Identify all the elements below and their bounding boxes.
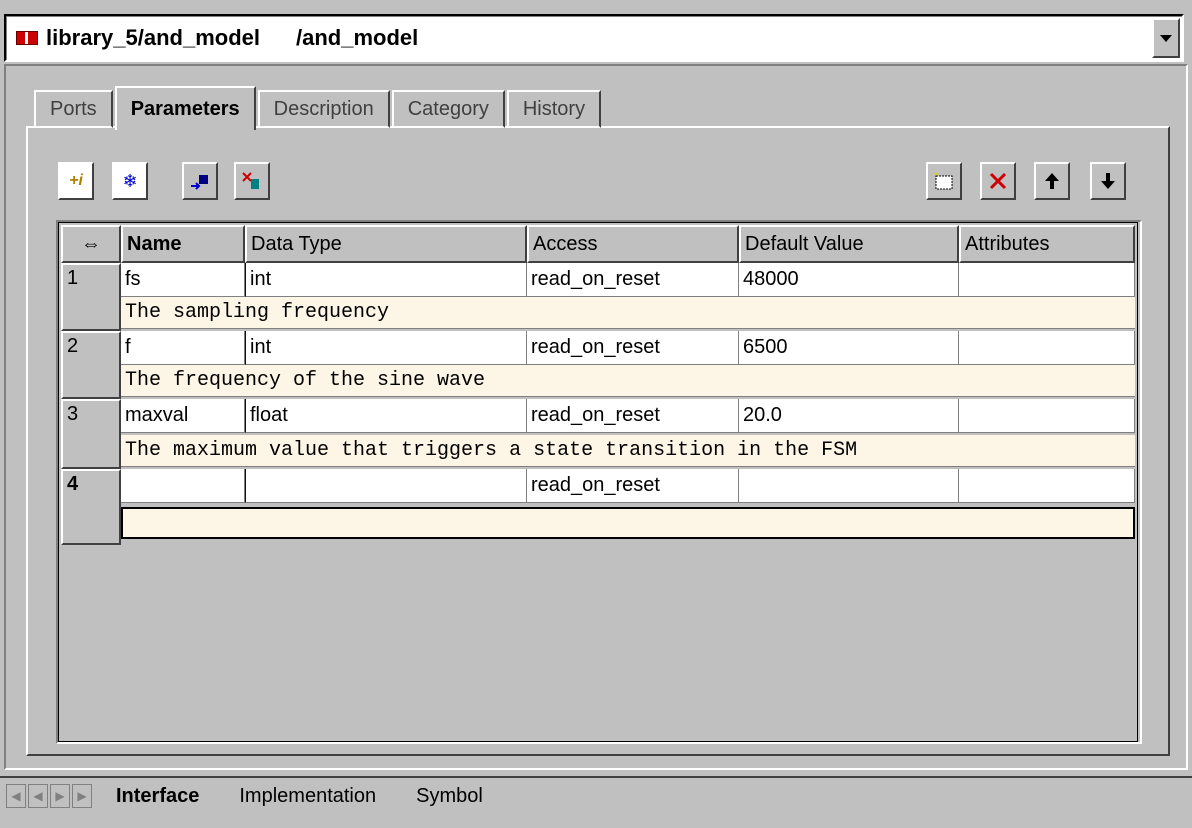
arrow-up-icon xyxy=(1045,173,1059,189)
param-name-cell[interactable]: fs xyxy=(121,263,245,297)
tab-category[interactable]: Category xyxy=(391,90,505,128)
prev-tab-button[interactable]: ◀ xyxy=(28,784,48,808)
tab-bar: Ports Parameters Description Category Hi… xyxy=(34,86,603,130)
last-icon: ▶ xyxy=(77,789,87,803)
param-name-cell[interactable]: f xyxy=(121,331,245,365)
param-default-cell[interactable]: 48000 xyxy=(739,263,959,297)
last-tab-button[interactable]: ▶ xyxy=(72,784,92,808)
param-type-cell[interactable]: int xyxy=(245,263,527,297)
param-access-cell[interactable]: read_on_reset xyxy=(527,469,739,503)
param-access-cell[interactable]: read_on_reset xyxy=(527,263,739,297)
tab-parameters[interactable]: Parameters xyxy=(114,86,256,130)
column-header-access[interactable]: Access xyxy=(527,225,739,263)
delete-row-button[interactable] xyxy=(980,162,1016,200)
prev-icon: ◀ xyxy=(33,789,43,803)
move-up-button[interactable] xyxy=(1034,162,1070,200)
title-dropdown-button[interactable] xyxy=(1152,18,1180,58)
param-type-cell[interactable]: int xyxy=(245,331,527,365)
param-attributes-cell[interactable] xyxy=(959,469,1135,503)
tab-interface[interactable]: Interface xyxy=(98,780,218,812)
param-type-cell[interactable]: float xyxy=(245,399,527,433)
chevron-down-icon xyxy=(1160,34,1172,42)
window-subtitle: /and_model xyxy=(295,25,419,50)
param-description-editor[interactable] xyxy=(121,507,1135,539)
param-default-cell[interactable]: 20.0 xyxy=(739,399,959,433)
column-header-attributes[interactable]: Attributes xyxy=(959,225,1135,263)
param-description[interactable]: The sampling frequency xyxy=(121,297,1135,329)
param-default-cell[interactable] xyxy=(739,469,959,503)
import-button[interactable] xyxy=(182,162,218,200)
info-button[interactable]: +i xyxy=(58,162,94,200)
row-number[interactable]: 3 xyxy=(61,399,121,469)
tab-ports[interactable]: Ports xyxy=(34,90,113,128)
tab-symbol[interactable]: Symbol xyxy=(398,781,501,812)
delete-bucket-icon xyxy=(242,172,259,189)
resize-columns-icon[interactable]: ⇔ xyxy=(61,225,121,263)
column-header-default-value[interactable]: Default Value xyxy=(739,225,959,263)
param-description[interactable]: The frequency of the sine wave xyxy=(121,365,1135,397)
next-icon: ▶ xyxy=(55,789,65,803)
param-attributes-cell[interactable] xyxy=(959,399,1135,433)
new-item-icon xyxy=(934,172,953,190)
row-number[interactable]: 2 xyxy=(61,331,121,399)
tab-description[interactable]: Description xyxy=(257,90,390,128)
column-header-name[interactable]: Name xyxy=(121,225,245,263)
param-default-cell[interactable]: 6500 xyxy=(739,331,959,365)
param-description[interactable]: The maximum value that triggers a state … xyxy=(121,435,1135,467)
info-icon: +i xyxy=(69,172,83,189)
tab-history[interactable]: History xyxy=(506,90,602,128)
row-number[interactable]: 4 xyxy=(61,469,121,545)
param-attributes-cell[interactable] xyxy=(959,263,1135,297)
param-name-cell[interactable]: maxval xyxy=(121,399,245,433)
param-type-cell[interactable] xyxy=(245,469,527,503)
window-title: library_5/and_model xyxy=(46,25,260,50)
arrow-down-icon xyxy=(1101,173,1115,189)
first-tab-button[interactable]: ◀ xyxy=(6,784,26,808)
param-attributes-cell[interactable] xyxy=(959,331,1135,365)
next-tab-button[interactable]: ▶ xyxy=(50,784,70,808)
param-access-cell[interactable]: read_on_reset xyxy=(527,399,739,433)
first-icon: ◀ xyxy=(11,789,21,803)
snowflake-icon: ❄ xyxy=(122,170,138,191)
clear-button[interactable] xyxy=(234,162,270,200)
move-down-button[interactable] xyxy=(1090,162,1126,200)
parameters-table: ⇔ Name Data Type Access Default Value At… xyxy=(56,220,1142,744)
param-name-cell[interactable] xyxy=(121,469,245,503)
param-access-cell[interactable]: read_on_reset xyxy=(527,331,739,365)
import-icon xyxy=(191,175,208,190)
library-icon xyxy=(16,31,38,45)
title-bar: library_5/and_model /and_model xyxy=(4,14,1184,62)
tab-implementation[interactable]: Implementation xyxy=(221,781,394,812)
column-header-data-type[interactable]: Data Type xyxy=(245,225,527,263)
close-icon xyxy=(989,172,1007,190)
row-number[interactable]: 1 xyxy=(61,263,121,331)
freeze-button[interactable]: ❄ xyxy=(112,162,148,200)
new-row-button[interactable] xyxy=(926,162,962,200)
bottom-tab-bar: ◀ ◀ ▶ ▶ Interface Implementation Symbol xyxy=(6,776,501,816)
